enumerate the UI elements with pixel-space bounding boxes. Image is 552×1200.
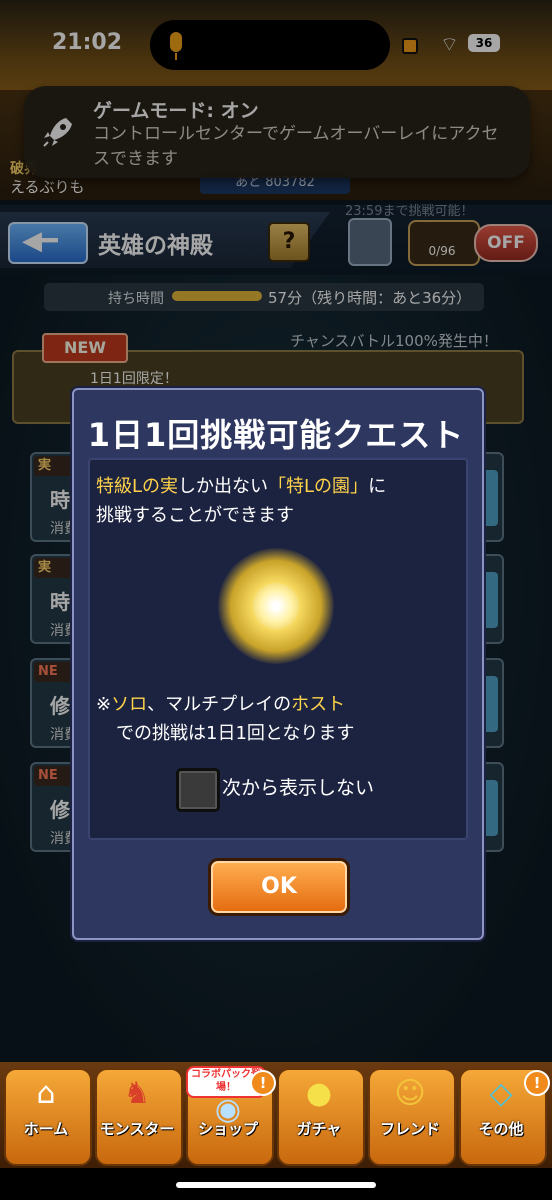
- fruit-orb-core: [253, 583, 299, 629]
- dont-show-again-label[interactable]: 次から表示しない: [222, 773, 374, 800]
- dialog-description-line1: 特級Lの実しか出ない「特Lの園」に: [96, 472, 386, 498]
- desc-text-end: に: [368, 476, 387, 497]
- note-solo: ソロ: [111, 694, 148, 715]
- dialog-title: 1日1回挑戦可能クエスト: [87, 416, 465, 454]
- note-mark: ※: [96, 694, 112, 715]
- nav-shop-label: ショップ: [197, 1120, 258, 1138]
- shop-alert-icon: !: [250, 1070, 276, 1096]
- other-alert-icon: !: [524, 1070, 550, 1096]
- nav-other-label: その他: [478, 1120, 524, 1138]
- dialog-note-line1: ※ソロ、マルチプレイのホスト: [96, 690, 345, 716]
- dont-show-again-checkbox[interactable]: [176, 768, 220, 812]
- ok-button[interactable]: OK: [208, 858, 350, 916]
- nav-friend-label: フレンド: [379, 1120, 440, 1138]
- dialog-note-line2: での挑戦は1日1回となります: [116, 723, 355, 744]
- home-icon: ⌂: [36, 1076, 56, 1111]
- note-multi: 、マルチプレイの: [147, 694, 292, 715]
- nav-home-label: ホーム: [23, 1120, 69, 1138]
- garden-name: 「特Lの園」: [268, 476, 369, 497]
- monster-icon: ♞: [123, 1076, 151, 1111]
- fruit-name: 特級Lの実: [96, 476, 179, 497]
- dialog-description-line2: 挑戦することができます: [96, 505, 294, 526]
- friend-icon: ☺: [394, 1076, 426, 1111]
- nav-gacha-label: ガチャ: [296, 1120, 342, 1138]
- desc-text: しか出ない: [178, 476, 269, 497]
- note-host: ホスト: [291, 694, 346, 715]
- home-indicator[interactable]: [176, 1182, 376, 1188]
- nav-monster-label: モンスター: [99, 1120, 175, 1138]
- gacha-icon: ●: [305, 1076, 333, 1111]
